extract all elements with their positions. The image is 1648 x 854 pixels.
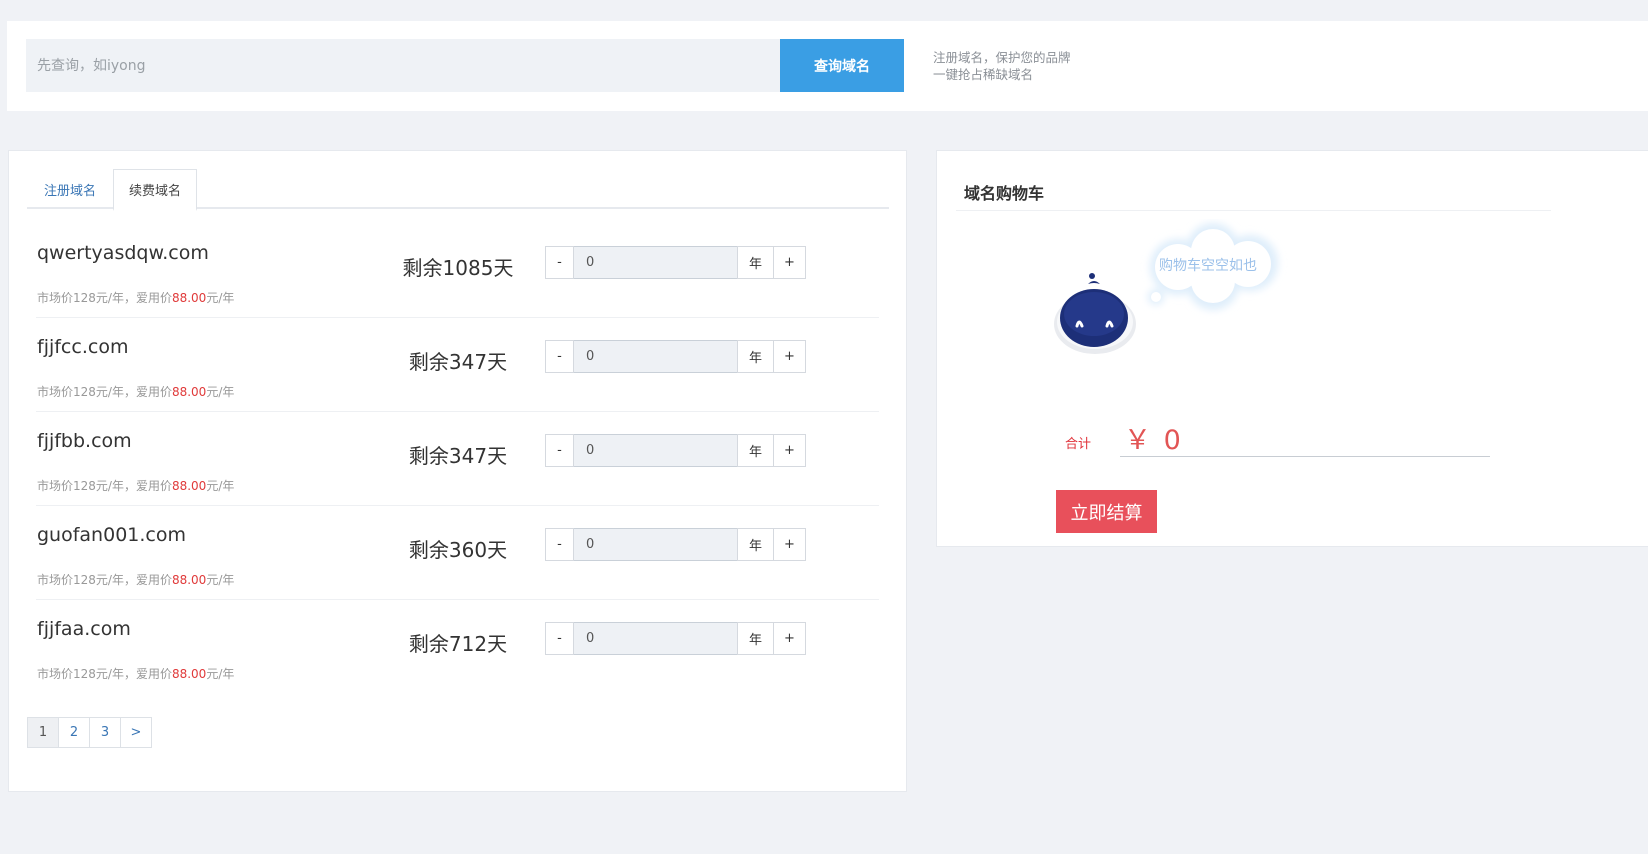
- slogan-line: 一键抢占稀缺域名: [933, 67, 1034, 82]
- domain-name: qwertyasdqw.com: [37, 242, 209, 264]
- pagination: 1 2 3 >: [27, 717, 152, 748]
- years-input[interactable]: [574, 246, 737, 279]
- domain-search-bar: 查询域名 注册域名，保护您的品牌 一键抢占稀缺域名: [7, 21, 1648, 111]
- domain-name: fjjfcc.com: [37, 336, 129, 358]
- domain-row: guofan001.com 市场价128元/年，爱用价88.00元/年 剩余36…: [36, 506, 879, 600]
- price-info: 市场价128元/年，爱用价88.00元/年: [37, 291, 235, 305]
- total-amount-value: ￥ 0: [1124, 425, 1183, 456]
- cart-empty-text: 购物车空空如也: [1159, 258, 1257, 274]
- years-input[interactable]: [574, 622, 737, 655]
- domain-cart-panel: 域名购物车 购物车空空如也 合计 ￥ 0 立即结算: [936, 150, 1648, 547]
- domain-name: fjjfaa.com: [37, 618, 131, 640]
- quantity-stepper: - 年 +: [545, 528, 806, 561]
- domain-row: fjjfbb.com 市场价128元/年，爱用价88.00元/年 剩余347天 …: [36, 412, 879, 506]
- total-label: 合计: [1065, 437, 1092, 452]
- search-domain-button[interactable]: 查询域名: [780, 39, 904, 92]
- discount-price: 88.00: [171, 667, 207, 681]
- decrement-button[interactable]: -: [545, 622, 574, 655]
- increment-button[interactable]: +: [774, 340, 806, 373]
- increment-button[interactable]: +: [774, 622, 806, 655]
- page-1[interactable]: 1: [27, 717, 59, 748]
- domain-name: fjjfbb.com: [37, 430, 132, 452]
- increment-button[interactable]: +: [774, 434, 806, 467]
- years-input[interactable]: [574, 528, 737, 561]
- unit-label: 年: [737, 528, 774, 561]
- price-info: 市场价128元/年，爱用价88.00元/年: [37, 479, 235, 493]
- remaining-days: 剩余712天: [408, 632, 508, 656]
- domain-search-input[interactable]: [26, 39, 780, 92]
- increment-button[interactable]: +: [774, 528, 806, 561]
- divider: [956, 210, 1551, 211]
- slogan-line: 注册域名，保护您的品牌: [933, 50, 1071, 65]
- quantity-stepper: - 年 +: [545, 340, 806, 373]
- quantity-stepper: - 年 +: [545, 622, 806, 655]
- years-input[interactable]: [574, 434, 737, 467]
- discount-price: 88.00: [171, 385, 207, 399]
- price-info: 市场价128元/年，爱用价88.00元/年: [37, 667, 235, 681]
- unit-label: 年: [737, 434, 774, 467]
- decrement-button[interactable]: -: [545, 340, 574, 373]
- domain-name: guofan001.com: [37, 524, 186, 546]
- robot-mascot-icon: [1054, 273, 1136, 354]
- next-page[interactable]: >: [120, 717, 152, 748]
- quantity-stepper: - 年 +: [545, 434, 806, 467]
- slogan: 注册域名，保护您的品牌 一键抢占稀缺域名: [933, 49, 1071, 83]
- page-3[interactable]: 3: [89, 717, 121, 748]
- domain-row: fjjfaa.com 市场价128元/年，爱用价88.00元/年 剩余712天 …: [36, 600, 879, 694]
- tab-renew-domain[interactable]: 续费域名: [113, 169, 197, 211]
- discount-price: 88.00: [171, 573, 207, 587]
- discount-price: 88.00: [171, 479, 207, 493]
- domain-row: fjjfcc.com 市场价128元/年，爱用价88.00元/年 剩余347天 …: [36, 318, 879, 412]
- domain-row: qwertyasdqw.com 市场价128元/年，爱用价88.00元/年 剩余…: [36, 224, 879, 318]
- remaining-days: 剩余360天: [408, 538, 508, 562]
- unit-label: 年: [737, 246, 774, 279]
- price-info: 市场价128元/年，爱用价88.00元/年: [37, 385, 235, 399]
- decrement-button[interactable]: -: [545, 434, 574, 467]
- discount-price: 88.00: [171, 291, 207, 305]
- years-input[interactable]: [574, 340, 737, 373]
- total-amount: ￥ 0: [1120, 415, 1490, 457]
- decrement-button[interactable]: -: [545, 528, 574, 561]
- remaining-days: 剩余347天: [408, 350, 508, 374]
- tab-register-domain[interactable]: 注册域名: [27, 169, 113, 209]
- unit-label: 年: [737, 340, 774, 373]
- decrement-button[interactable]: -: [545, 246, 574, 279]
- tab-bar: 注册域名 续费域名: [27, 169, 889, 211]
- increment-button[interactable]: +: [774, 246, 806, 279]
- cart-title: 域名购物车: [964, 184, 1045, 203]
- remaining-days: 剩余1085天: [402, 256, 514, 280]
- remaining-days: 剩余347天: [408, 444, 508, 468]
- checkout-button[interactable]: 立即结算: [1056, 490, 1157, 533]
- quantity-stepper: - 年 +: [545, 246, 806, 279]
- domain-list-panel: 注册域名 续费域名 qwertyasdqw.com 市场价128元/年，爱用价8…: [8, 150, 907, 792]
- page-2[interactable]: 2: [58, 717, 90, 748]
- price-info: 市场价128元/年，爱用价88.00元/年: [37, 573, 235, 587]
- unit-label: 年: [737, 622, 774, 655]
